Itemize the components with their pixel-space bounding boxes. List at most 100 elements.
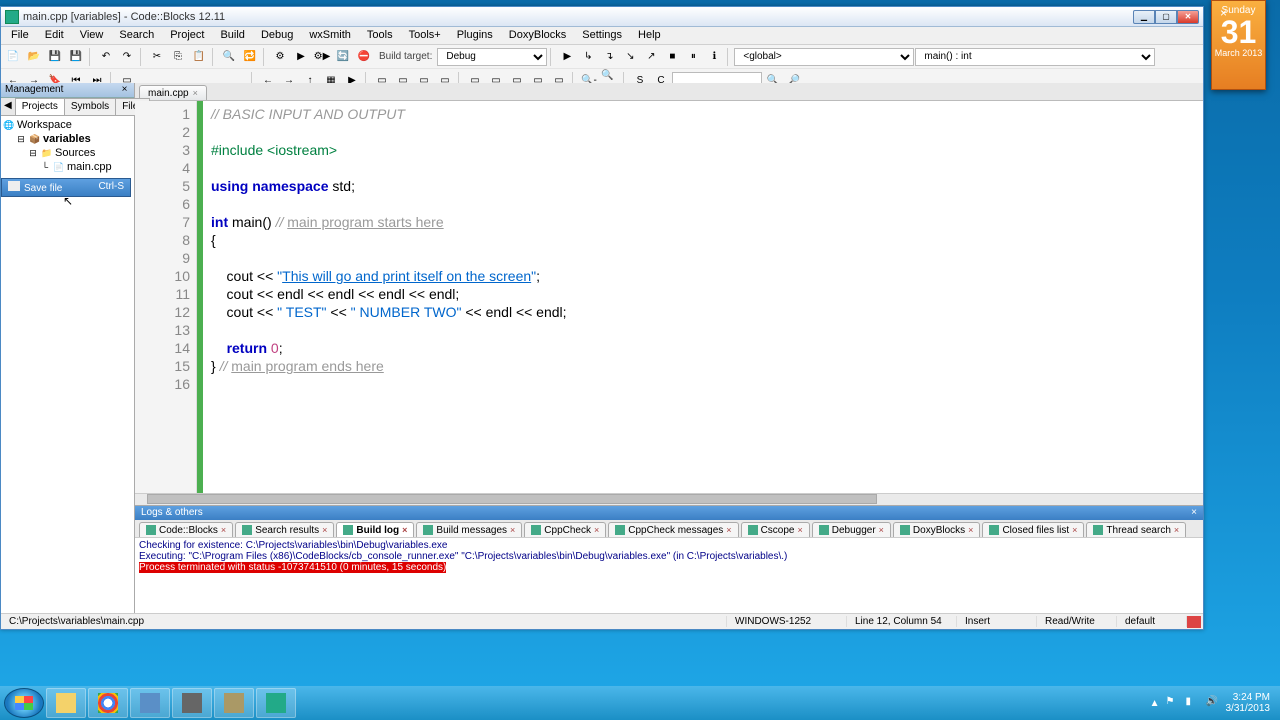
save-all-icon[interactable]: 💾 [66,47,86,67]
maximize-button[interactable]: ▢ [1155,10,1177,24]
tab-scroll-left-icon[interactable]: ◀ [1,98,15,115]
tree-folder[interactable]: ⊟📁Sources [3,146,132,160]
build-icon[interactable]: ⚙ [270,47,290,67]
log-tab-cscope[interactable]: Cscope× [741,522,810,537]
calendar-month-year: March 2013 [1212,48,1265,58]
tree-project[interactable]: ⊟📦variables [3,132,132,146]
tray-network-icon[interactable]: ▮ [1186,696,1200,710]
tree-workspace[interactable]: 🌐Workspace [3,118,132,132]
log-tab-build-messages[interactable]: Build messages× [416,522,522,537]
status-resize-grip[interactable] [1187,616,1201,628]
stop-icon[interactable]: ⛔ [354,47,374,67]
tray-volume-icon[interactable]: 🔊 [1206,696,1220,710]
status-position: Line 12, Column 54 [847,616,957,627]
editor-tabs: main.cpp× [135,83,1203,101]
menu-tools[interactable]: Tools+ [401,27,449,44]
log-close-icon[interactable]: × [1191,507,1197,519]
status-eol: default [1117,616,1187,627]
menu-wxsmith[interactable]: wxSmith [301,27,359,44]
build-run-icon[interactable]: ⚙▶ [312,47,332,67]
titlebar[interactable]: main.cpp [variables] - Code::Blocks 12.1… [1,7,1203,27]
log-tab-debugger[interactable]: Debugger× [812,522,891,537]
task-chrome[interactable] [88,688,128,718]
log-tab-code-blocks[interactable]: Code::Blocks× [139,522,233,537]
editor-tab-close-icon[interactable]: × [193,88,198,98]
task-app-2[interactable] [172,688,212,718]
replace-icon[interactable]: 🔁 [240,47,260,67]
menu-debug[interactable]: Debug [253,27,301,44]
tray-up-icon[interactable]: ▲ [1150,698,1160,709]
minimize-button[interactable]: ▁ [1133,10,1155,24]
debug-stop-icon[interactable]: ■ [662,47,682,67]
debug-info-icon[interactable]: ℹ [704,47,724,67]
menu-search[interactable]: Search [111,27,162,44]
tree-file[interactable]: └📄main.cpp [3,160,132,174]
debug-step-icon[interactable]: ↴ [599,47,619,67]
task-app-1[interactable] [130,688,170,718]
editor-hscrollbar[interactable] [135,493,1203,505]
scope-select[interactable]: <global> [734,48,914,66]
rebuild-icon[interactable]: 🔄 [333,47,353,67]
log-tab-cppcheck-messages[interactable]: CppCheck messages× [608,522,738,537]
menu-project[interactable]: Project [162,27,212,44]
calendar-date: 31 [1212,16,1265,48]
open-icon[interactable]: 📂 [24,47,44,67]
windows-logo-icon [15,696,33,710]
status-encoding: WINDOWS-1252 [727,616,847,627]
log-tab-doxyblocks[interactable]: DoxyBlocks× [893,522,981,537]
menu-view[interactable]: View [72,27,112,44]
copy-icon[interactable]: ⎘ [168,47,188,67]
undo-icon[interactable]: ↶ [96,47,116,67]
task-app-3[interactable] [214,688,254,718]
status-bar: C:\Projects\variables\main.cpp WINDOWS-1… [1,613,1203,629]
debug-step-into-icon[interactable]: ↘ [620,47,640,67]
debug-step-out-icon[interactable]: ↗ [641,47,661,67]
start-button[interactable] [4,688,44,718]
context-shortcut: Ctrl-S [98,181,124,194]
code-area: 12345678910111213141516 // BASIC INPUT A… [135,101,1203,493]
task-explorer[interactable] [46,688,86,718]
debug-continue-icon[interactable]: ↳ [578,47,598,67]
tray-clock[interactable]: 3:24 PM 3/31/2013 [1226,692,1271,714]
save-icon[interactable]: 💾 [45,47,65,67]
cut-icon[interactable]: ✂ [147,47,167,67]
tray-flag-icon[interactable]: ⚑ [1166,696,1180,710]
menu-file[interactable]: File [3,27,37,44]
management-title: Management [5,84,63,96]
menu-settings[interactable]: Settings [574,27,630,44]
redo-icon[interactable]: ↷ [117,47,137,67]
log-tab-cppcheck[interactable]: CppCheck× [524,522,606,537]
task-codeblocks[interactable] [256,688,296,718]
code-editor[interactable]: // BASIC INPUT AND OUTPUT#include <iostr… [203,101,1203,493]
build-target-select[interactable]: Debug [437,48,547,66]
new-file-icon[interactable]: 📄 [3,47,23,67]
windows-taskbar: ▲ ⚑ ▮ 🔊 3:24 PM 3/31/2013 [0,686,1280,720]
menu-tools[interactable]: Tools [359,27,401,44]
menu-plugins[interactable]: Plugins [449,27,501,44]
log-output[interactable]: Checking for existence: C:\Projects\vari… [135,538,1203,615]
close-icon[interactable]: × [1220,6,1234,20]
main-split: Management × ◀ Projects Symbols Files ▶ … [1,83,1203,615]
status-readwrite: Read/Write [1037,616,1117,627]
tab-projects[interactable]: Projects [15,98,65,115]
find-icon[interactable]: 🔍 [219,47,239,67]
tab-symbols[interactable]: Symbols [64,98,116,115]
menu-edit[interactable]: Edit [37,27,72,44]
close-button[interactable]: ✕ [1177,10,1199,24]
menu-doxyblocks[interactable]: DoxyBlocks [501,27,574,44]
log-tab-build-log[interactable]: Build log× [336,522,414,537]
run-icon[interactable]: ▶ [291,47,311,67]
debug-run-icon[interactable]: ▶ [557,47,577,67]
log-tab-search-results[interactable]: Search results× [235,522,334,537]
project-tree: 🌐Workspace ⊟📦variables ⊟📁Sources └📄main.… [1,116,134,615]
management-close-icon[interactable]: × [119,84,130,96]
debug-break-icon[interactable]: ⏸ [683,47,703,67]
log-header: Logs & others × [135,506,1203,520]
management-tabs: ◀ Projects Symbols Files ▶ [1,98,134,116]
menu-build[interactable]: Build [212,27,252,44]
menu-help[interactable]: Help [630,27,669,44]
function-select[interactable]: main() : int [915,48,1155,66]
log-tab-closed-files-list[interactable]: Closed files list× [982,522,1084,537]
paste-icon[interactable]: 📋 [189,47,209,67]
log-tab-thread-search[interactable]: Thread search× [1086,522,1186,537]
